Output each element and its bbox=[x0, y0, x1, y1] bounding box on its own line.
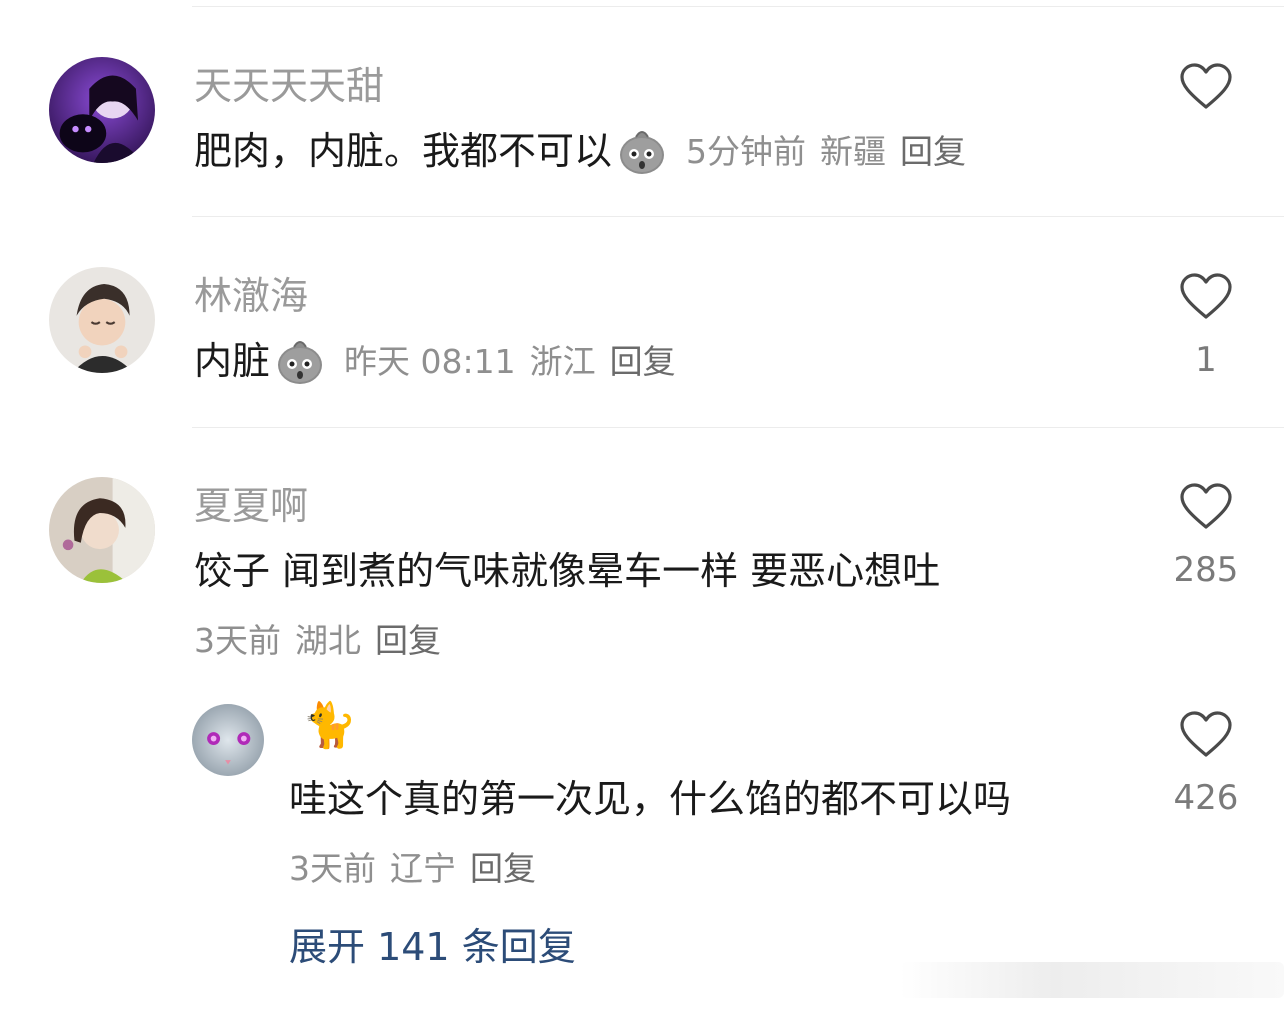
reply-button[interactable]: 回复 bbox=[610, 345, 676, 378]
reply-button[interactable]: 回复 bbox=[470, 852, 536, 885]
divider bbox=[192, 216, 1284, 217]
like-count: 426 bbox=[1173, 778, 1239, 818]
comment-time: 3天前 bbox=[194, 620, 281, 660]
comment-time: 昨天 08:11 bbox=[344, 341, 516, 381]
like-heart-icon[interactable] bbox=[1179, 63, 1233, 111]
avatar[interactable] bbox=[49, 477, 155, 583]
comment-location: 浙江 bbox=[529, 341, 596, 381]
divider bbox=[192, 427, 1284, 428]
comment-location: 新疆 bbox=[820, 131, 887, 171]
potato-face-icon bbox=[616, 125, 668, 177]
avatar[interactable] bbox=[192, 704, 264, 776]
comment-location: 辽宁 bbox=[390, 848, 456, 888]
username[interactable]: 🐈 bbox=[302, 704, 357, 748]
watermark-fade bbox=[900, 962, 1284, 998]
like-heart-icon[interactable] bbox=[1179, 711, 1233, 759]
username[interactable]: 天天天天甜 bbox=[194, 67, 384, 105]
comment-text: 哇这个真的第一次见，什么馅的都不可以吗 bbox=[289, 777, 1012, 821]
potato-face-icon bbox=[274, 335, 326, 387]
comment-body: 哇这个真的第一次见，什么馅的都不可以吗 bbox=[289, 772, 1011, 826]
comment-body: 饺子 闻到煮的气味就像晕车一样 要恶心想吐 bbox=[194, 544, 940, 598]
like-heart-icon[interactable] bbox=[1179, 273, 1233, 321]
like-count: 285 bbox=[1173, 550, 1239, 590]
avatar[interactable] bbox=[49, 267, 155, 373]
comment-location: 湖北 bbox=[295, 620, 361, 660]
comment-body: 内脏 昨天 08:11 浙江 回复 bbox=[194, 334, 676, 388]
username[interactable]: 夏夏啊 bbox=[194, 487, 308, 525]
avatar[interactable] bbox=[49, 57, 155, 163]
username[interactable]: 林澈海 bbox=[194, 277, 308, 315]
comment-meta: 3天前 湖北 回复 bbox=[194, 620, 441, 660]
expand-replies-link[interactable]: 展开 141 条回复 bbox=[289, 928, 576, 966]
comment-text: 肥肉，内脏。我都不可以 bbox=[194, 129, 613, 173]
comment-body: 肥肉，内脏。我都不可以 5分钟前 新疆 回复 bbox=[194, 124, 966, 178]
comment-meta: 3天前 辽宁 回复 bbox=[289, 848, 536, 888]
reply-button[interactable]: 回复 bbox=[900, 135, 966, 168]
comment-text: 内脏 bbox=[194, 339, 271, 383]
like-count: 1 bbox=[1195, 340, 1217, 380]
comment-time: 3天前 bbox=[289, 848, 376, 888]
like-heart-icon[interactable] bbox=[1179, 483, 1233, 531]
comment-text: 饺子 闻到煮的气味就像晕车一样 要恶心想吐 bbox=[194, 549, 941, 593]
comment-time: 5分钟前 bbox=[686, 131, 807, 171]
reply-button[interactable]: 回复 bbox=[375, 624, 441, 657]
divider bbox=[192, 6, 1284, 7]
